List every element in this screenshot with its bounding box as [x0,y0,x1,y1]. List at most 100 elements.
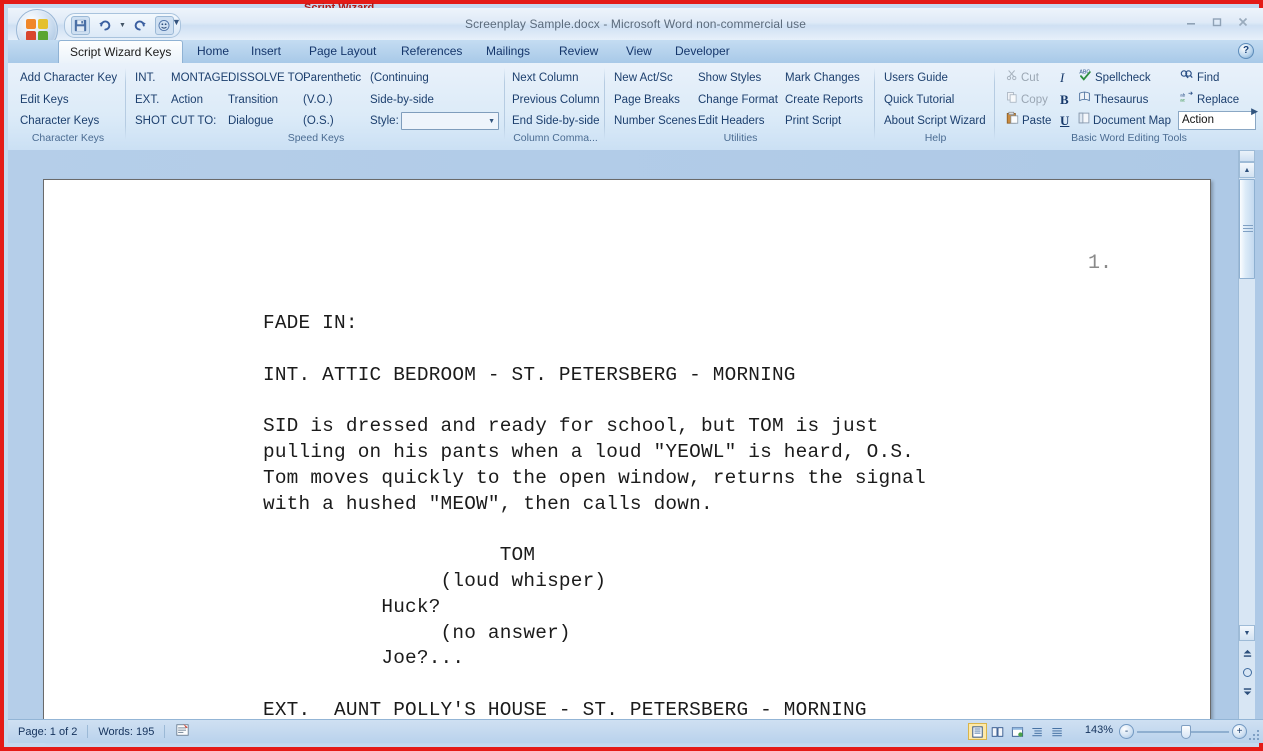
show-styles-button[interactable]: Show Styles [696,68,763,88]
create-reports-button[interactable]: Create Reports [783,90,865,110]
tab-references[interactable]: References [390,40,473,63]
zoom-slider[interactable]: - + [1119,724,1247,739]
print-script-button[interactable]: Print Script [783,111,843,131]
users-guide-button[interactable]: Users Guide [882,68,950,88]
web-layout-view-button[interactable] [1008,723,1027,740]
print-layout-view-button[interactable] [968,723,987,740]
paste-button[interactable]: Paste [1004,111,1053,131]
previous-column-button[interactable]: Previous Column [510,90,602,110]
restore-button[interactable] [1205,14,1229,30]
vertical-scrollbar[interactable]: ▲ ▼ [1238,150,1255,728]
page-breaks-button[interactable]: Page Breaks [612,90,682,110]
more-commands-icon[interactable]: ▶ [1251,106,1258,117]
close-button[interactable] [1231,14,1255,30]
outline-view-button[interactable] [1028,723,1047,740]
mark-changes-button[interactable]: Mark Changes [783,68,862,88]
thesaurus-icon [1078,90,1091,110]
thesaurus-button[interactable]: Thesaurus [1076,90,1150,110]
cut-button[interactable]: Cut [1004,68,1041,88]
group-separator [994,68,995,140]
split-window-handle[interactable] [1239,150,1255,162]
speedkey-parenthetic-button[interactable]: Parenthetic [301,68,363,88]
bold-button[interactable]: B [1058,90,1071,110]
tab-mailings[interactable]: Mailings [475,40,541,63]
edit-keys-button[interactable]: Edit Keys [18,90,71,110]
speedkey-continuing-button[interactable]: (Continuing [368,68,431,88]
tab-script-wizard-keys[interactable]: Script Wizard Keys [58,40,184,64]
number-scenes-button[interactable]: Number Scenes [612,111,698,131]
speedkey-ext-button[interactable]: EXT. [133,90,161,110]
change-format-button[interactable]: Change Format [696,90,780,110]
proofing-errors-icon[interactable] [165,723,200,740]
next-page-button[interactable] [1239,683,1255,700]
svg-text:ab: ab [1180,92,1186,97]
minimize-button[interactable] [1179,14,1203,30]
resize-grip-icon[interactable] [1249,730,1259,740]
ribbon-group-basic-word-editing-tools: Cut Copy Paste I B U ABC Spellcheck Thes… [998,66,1260,146]
zoom-out-button[interactable]: - [1119,724,1134,739]
select-browse-object-button[interactable] [1239,664,1255,681]
style-combobox[interactable]: ▼ [401,112,499,130]
speedkey-int-button[interactable]: INT. [133,68,157,88]
tab-label: View [626,44,652,58]
paste-icon [1006,111,1019,131]
tab-home[interactable]: Home [186,40,240,63]
find-button[interactable]: Find [1178,68,1221,88]
italic-button[interactable]: I [1058,68,1066,88]
help-icon[interactable]: ? [1238,43,1254,59]
about-script-wizard-button[interactable]: About Script Wizard [882,111,988,131]
speedkey-dissolve-to-button[interactable]: DISSOLVE TO: [226,68,309,88]
scrollbar-thumb[interactable] [1239,179,1255,279]
speedkey-cut-to-button[interactable]: CUT TO: [169,111,218,131]
speedkey-side-by-side-button[interactable]: Side-by-side [368,90,436,110]
zoom-in-button[interactable]: + [1232,724,1247,739]
group-label-help: Help [924,132,947,144]
previous-page-button[interactable] [1239,645,1255,662]
scroll-up-button[interactable]: ▲ [1239,162,1255,178]
character-keys-button[interactable]: Character Keys [18,111,101,131]
draft-view-button[interactable] [1048,723,1067,740]
group-label-column-commands: Column Comma... [513,132,598,144]
screenplay-text[interactable]: FADE IN: INT. ATTIC BEDROOM - ST. PETERS… [263,311,1163,724]
speedkey-os-button[interactable]: (O.S.) [301,111,336,131]
speedkey-vo-button[interactable]: (V.O.) [301,90,335,110]
tab-insert[interactable]: Insert [240,40,292,63]
tab-view[interactable]: View [615,40,663,63]
speedkey-shot-button[interactable]: SHOT [133,111,169,131]
replace-button[interactable]: ab ac Replace [1178,90,1241,110]
group-separator [874,68,875,140]
ribbon-group-utilities: New Act/Sc Page Breaks Number Scenes Sho… [608,66,873,146]
speedkey-transition-button[interactable]: Transition [226,90,280,110]
new-act-sc-button[interactable]: New Act/Sc [612,68,675,88]
next-column-button[interactable]: Next Column [510,68,580,88]
word-count-status[interactable]: Words: 195 [88,726,164,738]
cut-label: Cut [1021,72,1039,85]
scissors-icon [1006,68,1018,88]
speedkey-action-button[interactable]: Action [169,90,205,110]
speedkey-montage-button[interactable]: MONTAGE [169,68,230,88]
tab-developer[interactable]: Developer [664,40,741,63]
spellcheck-button[interactable]: ABC Spellcheck [1076,68,1153,88]
edit-headers-button[interactable]: Edit Headers [696,111,766,131]
tab-review[interactable]: Review [548,40,609,63]
document-page[interactable]: 1. FADE IN: INT. ATTIC BEDROOM - ST. PET… [43,179,1211,739]
tab-label: Developer [675,44,730,58]
zoom-thumb[interactable] [1181,725,1191,739]
end-side-by-side-button[interactable]: End Side-by-side [510,111,602,131]
style-name-textbox[interactable]: Action [1178,111,1256,130]
spellcheck-icon: ABC [1078,68,1092,88]
document-map-button[interactable]: Document Map [1076,111,1173,131]
view-buttons [968,723,1067,740]
page-count-status[interactable]: Page: 1 of 2 [8,726,87,738]
full-screen-reading-view-button[interactable] [988,723,1007,740]
window-controls [1179,14,1255,30]
zoom-level-label[interactable]: 143% [1085,724,1113,736]
add-character-key-button[interactable]: Add Character Key [18,68,119,88]
group-label-character-keys: Character Keys [31,132,105,144]
tab-page-layout[interactable]: Page Layout [298,40,387,63]
scroll-down-button[interactable]: ▼ [1239,625,1255,641]
speedkey-dialogue-button[interactable]: Dialogue [226,111,275,131]
copy-button[interactable]: Copy [1004,90,1050,110]
quick-tutorial-button[interactable]: Quick Tutorial [882,90,956,110]
underline-button[interactable]: U [1058,111,1071,131]
